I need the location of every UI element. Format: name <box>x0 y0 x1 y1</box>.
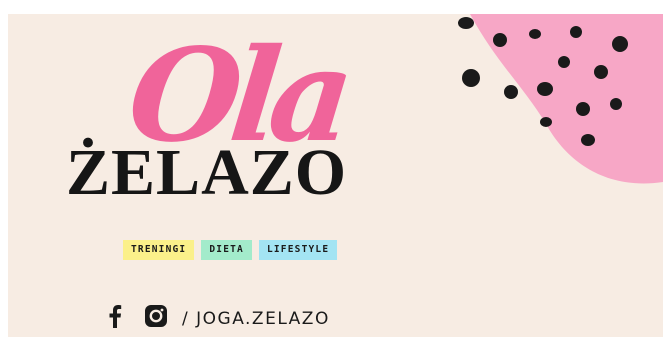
instagram-icon[interactable] <box>144 304 168 333</box>
profile-banner: Ola ŻELAZO TRENINGI DIETA LIFESTYLE / JO… <box>8 14 663 337</box>
social-handle: / JOGA.ZELAZO <box>182 308 330 329</box>
topic-tags: TRENINGI DIETA LIFESTYLE <box>123 240 338 260</box>
tag-lifestyle: LIFESTYLE <box>258 240 338 260</box>
social-row: / JOGA.ZELAZO <box>108 304 330 333</box>
surname-title: ŻELAZO <box>66 136 348 209</box>
tag-diet: DIETA <box>201 240 252 260</box>
tag-trainings: TRENINGI <box>123 240 195 260</box>
facebook-icon[interactable] <box>108 304 122 333</box>
